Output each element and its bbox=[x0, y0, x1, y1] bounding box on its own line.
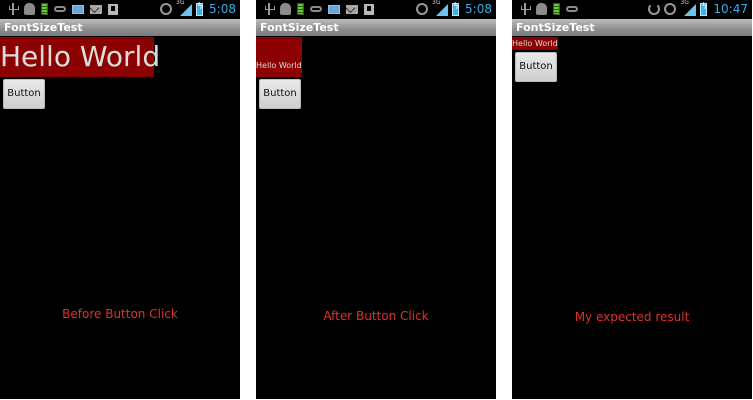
hello-world-text: Hello World bbox=[256, 37, 302, 77]
usb-icon bbox=[264, 3, 275, 15]
status-clock: 10:47 bbox=[713, 2, 748, 16]
status-bar: 3G 5:08 bbox=[0, 0, 240, 18]
keyboard-icon bbox=[328, 4, 340, 14]
phone-screen-after: 3G 5:08 FontSizeTest Hello World Button … bbox=[256, 0, 496, 399]
gmail-icon bbox=[90, 4, 102, 14]
status-clock: 5:08 bbox=[209, 2, 236, 16]
status-bar: 3G 5:08 bbox=[256, 0, 496, 18]
voicemail-icon bbox=[566, 6, 578, 12]
phone-screen-before: 3G 5:08 FontSizeTest Hello World Button … bbox=[0, 0, 240, 399]
android-debug-icon bbox=[280, 3, 291, 15]
caption: Before Button Click bbox=[62, 307, 178, 321]
alarm-icon bbox=[664, 3, 677, 15]
battery-green-icon bbox=[41, 3, 48, 15]
download-icon bbox=[364, 3, 374, 15]
app-title-bar: FontSizeTest bbox=[0, 19, 240, 36]
signal-icon: 3G bbox=[432, 0, 449, 16]
voicemail-icon bbox=[310, 6, 322, 12]
download-icon bbox=[108, 3, 118, 15]
hello-world-text: Hello World bbox=[0, 37, 160, 77]
battery-icon bbox=[196, 2, 204, 16]
alarm-icon bbox=[416, 3, 429, 15]
usb-icon bbox=[520, 3, 531, 15]
battery-green-icon bbox=[297, 3, 304, 15]
android-debug-icon bbox=[24, 3, 35, 15]
sync-icon bbox=[648, 3, 661, 15]
caption: After Button Click bbox=[323, 309, 429, 323]
signal-icon: 3G bbox=[680, 0, 697, 16]
status-clock: 5:08 bbox=[465, 2, 492, 16]
font-size-button[interactable]: Button bbox=[515, 52, 557, 82]
font-size-button[interactable]: Button bbox=[259, 79, 301, 109]
voicemail-icon bbox=[54, 6, 66, 12]
android-debug-icon bbox=[536, 3, 547, 15]
font-size-button[interactable]: Button bbox=[3, 79, 45, 109]
keyboard-icon bbox=[72, 4, 84, 14]
hello-world-text: Hello World bbox=[512, 37, 558, 50]
app-title-bar: FontSizeTest bbox=[512, 19, 752, 36]
alarm-icon bbox=[160, 3, 173, 15]
usb-icon bbox=[8, 3, 19, 15]
status-bar: 3G 10:47 bbox=[512, 0, 752, 18]
signal-icon: 3G bbox=[176, 0, 193, 16]
gmail-icon bbox=[346, 4, 358, 14]
battery-icon bbox=[700, 2, 708, 16]
app-title-bar: FontSizeTest bbox=[256, 19, 496, 36]
caption: My expected result bbox=[574, 310, 690, 324]
phone-screen-expected: 3G 10:47 FontSizeTest Hello World Button… bbox=[512, 0, 752, 399]
battery-green-icon bbox=[553, 3, 560, 15]
battery-icon bbox=[452, 2, 460, 16]
